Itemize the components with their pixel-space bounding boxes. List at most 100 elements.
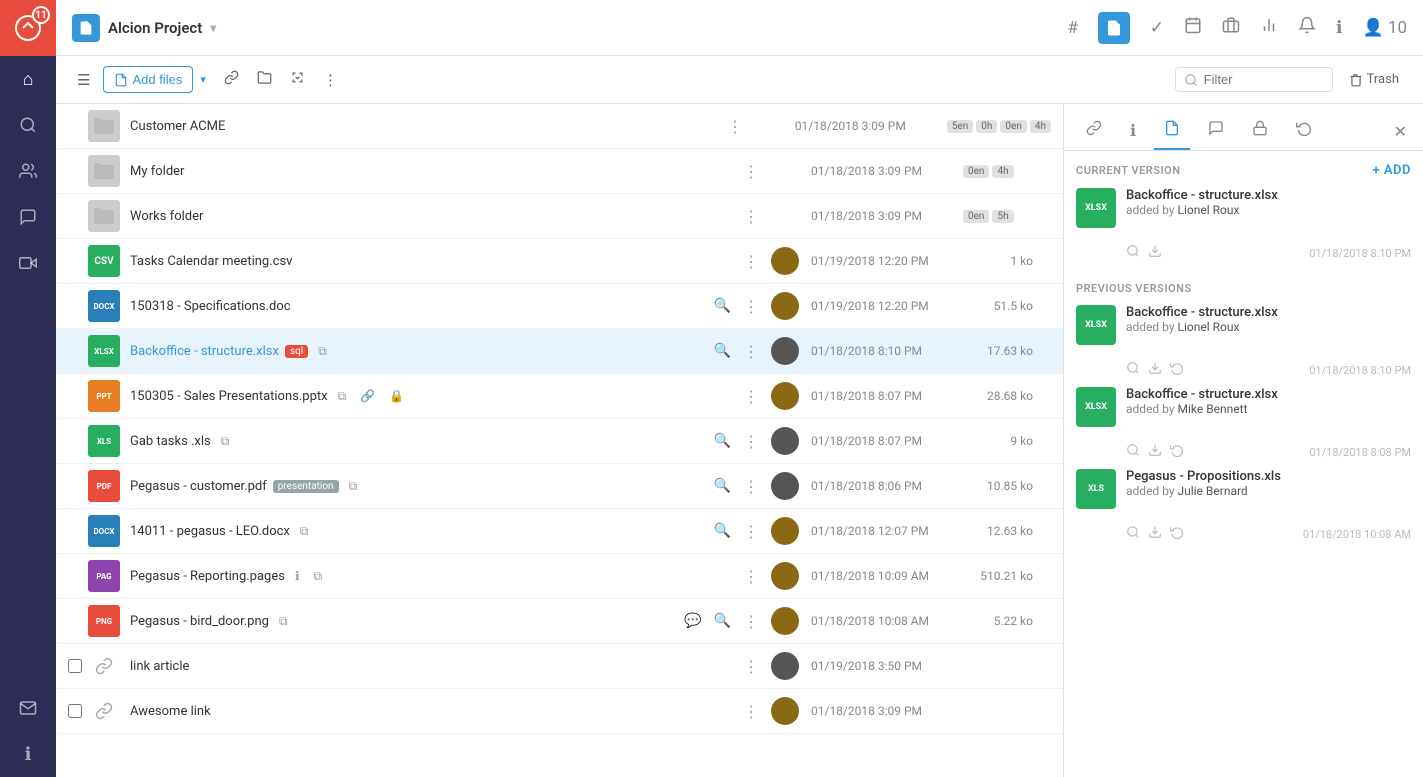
search-action-icon[interactable]: 🔍: [710, 341, 735, 361]
file-more-button[interactable]: ⋮: [743, 612, 759, 631]
file-more-button[interactable]: ⋮: [743, 477, 759, 496]
tab-history[interactable]: [1286, 112, 1322, 150]
search-action-icon[interactable]: 🔍: [710, 611, 735, 631]
file-more-button[interactable]: ⋮: [743, 297, 759, 316]
table-row[interactable]: DOCX 14011 - pegasus - LEO.docx ⧉ 🔍 ⋮ 01…: [56, 509, 1063, 554]
filter-input[interactable]: [1204, 72, 1324, 87]
file-more-button[interactable]: ⋮: [743, 387, 759, 406]
file-more-button[interactable]: ⋮: [743, 252, 759, 271]
close-panel-button[interactable]: ✕: [1390, 118, 1411, 145]
table-row[interactable]: Customer ACME ⋮ 01/18/2018 3:09 PM 5en 0…: [56, 104, 1063, 149]
file-more-button[interactable]: ⋮: [743, 657, 759, 676]
table-row[interactable]: Awesome link ⋮ 01/18/2018 3:09 PM: [56, 689, 1063, 734]
document-icon[interactable]: [1098, 12, 1130, 44]
chart-icon[interactable]: [1260, 16, 1278, 39]
copy-icon[interactable]: ⧉: [314, 342, 331, 361]
file-more-button[interactable]: ⋮: [743, 567, 759, 586]
version-search-icon[interactable]: [1126, 525, 1140, 543]
search-action-icon[interactable]: 🔍: [710, 521, 735, 541]
sidebar-video-icon[interactable]: [0, 240, 56, 286]
version-download-icon[interactable]: [1148, 244, 1162, 262]
tab-lock[interactable]: [1242, 112, 1278, 150]
table-row[interactable]: XLS Gab tasks .xls ⧉ 🔍 ⋮ 01/18/2018 8:07…: [56, 419, 1063, 464]
info-icon[interactable]: ℹ: [291, 567, 304, 585]
move-icon[interactable]: [285, 65, 310, 94]
calendar-icon[interactable]: [1184, 16, 1202, 39]
table-row[interactable]: My folder ⋮ 01/18/2018 3:09 PM 0en 4h: [56, 149, 1063, 194]
search-action-icon[interactable]: 🔍: [710, 296, 735, 316]
table-row[interactable]: PPT 150305 - Sales Presentations.pptx ⧉ …: [56, 374, 1063, 419]
search-action-icon[interactable]: 🔍: [710, 431, 735, 451]
briefcase-icon[interactable]: [1222, 16, 1240, 39]
user-icon[interactable]: 👤 10: [1363, 18, 1408, 38]
sidebar-search-icon[interactable]: [0, 102, 56, 148]
tab-link[interactable]: [1076, 112, 1112, 150]
table-row[interactable]: Works folder ⋮ 01/18/2018 3:09 PM 0en 5h: [56, 194, 1063, 239]
table-row[interactable]: XLSX Backoffice - structure.xlsx sql ⧉ 🔍…: [56, 329, 1063, 374]
copy-icon[interactable]: ⧉: [334, 387, 351, 406]
file-more-button[interactable]: ⋮: [743, 432, 759, 451]
trash-button[interactable]: Trash: [1341, 67, 1407, 92]
version-item-actions: 01/18/2018 10:08 AM: [1126, 521, 1411, 551]
copy-icon[interactable]: ⧉: [345, 477, 362, 496]
link-add-icon[interactable]: [219, 65, 244, 94]
file-more-button[interactable]: ⋮: [743, 522, 759, 541]
sidebar-mail-icon[interactable]: [0, 685, 56, 731]
table-row[interactable]: PNG Pegasus - bird_door.png ⧉ 💬 🔍 ⋮ 01/1…: [56, 599, 1063, 644]
table-row[interactable]: link article ⋮ 01/19/2018 3:50 PM: [56, 644, 1063, 689]
tab-info[interactable]: ℹ: [1120, 113, 1146, 150]
tab-comments[interactable]: [1198, 112, 1234, 150]
add-files-dropdown-icon[interactable]: ▾: [195, 68, 211, 91]
folder-add-icon[interactable]: [252, 65, 277, 94]
table-row[interactable]: DOCX 150318 - Specifications.doc 🔍 ⋮ 01/…: [56, 284, 1063, 329]
version-download-icon[interactable]: [1148, 361, 1162, 379]
file-link[interactable]: Backoffice - structure.xlsx: [130, 344, 279, 359]
list-view-icon[interactable]: ☰: [72, 66, 95, 94]
row-checkbox[interactable]: [68, 659, 82, 673]
version-restore-icon[interactable]: [1170, 361, 1184, 379]
sidebar-chat-icon[interactable]: [0, 194, 56, 240]
bell-icon[interactable]: [1298, 16, 1316, 39]
file-more-button[interactable]: ⋮: [743, 207, 759, 226]
add-version-button[interactable]: + Add: [1373, 163, 1412, 178]
folder-icon: [88, 155, 120, 187]
more-toolbar-icon[interactable]: ⋮: [318, 66, 343, 94]
sidebar-home-icon[interactable]: ⌂: [0, 56, 56, 102]
hash-icon[interactable]: #: [1067, 18, 1077, 38]
check-icon[interactable]: ✓: [1150, 18, 1164, 38]
version-search-icon[interactable]: [1126, 244, 1140, 262]
link-icon[interactable]: 🔗: [356, 387, 379, 405]
table-row[interactable]: PAG Pegasus - Reporting.pages ℹ ⧉ ⋮ 01/1…: [56, 554, 1063, 599]
row-checkbox-area[interactable]: [68, 659, 88, 673]
row-checkbox[interactable]: [68, 704, 82, 718]
file-more-button[interactable]: ⋮: [743, 342, 759, 361]
sidebar-info-icon[interactable]: ℹ: [0, 731, 56, 777]
sidebar-users-icon[interactable]: [0, 148, 56, 194]
search-action-icon[interactable]: 🔍: [710, 476, 735, 496]
row-checkbox-area[interactable]: [68, 704, 88, 718]
app-logo[interactable]: 11: [0, 0, 56, 56]
version-search-icon[interactable]: [1126, 443, 1140, 461]
version-download-icon[interactable]: [1148, 443, 1162, 461]
dropdown-arrow-icon[interactable]: ▾: [210, 21, 216, 35]
link-file-icon: [88, 650, 120, 682]
file-more-button[interactable]: ⋮: [743, 162, 759, 181]
file-actions: 🔍: [710, 476, 735, 496]
version-restore-icon[interactable]: [1170, 443, 1184, 461]
lock-icon[interactable]: 🔒: [385, 387, 408, 405]
table-row[interactable]: PDF Pegasus - customer.pdf presentation …: [56, 464, 1063, 509]
version-restore-icon[interactable]: [1170, 525, 1184, 543]
version-download-icon[interactable]: [1148, 525, 1162, 543]
copy-icon[interactable]: ⧉: [217, 432, 234, 451]
copy-icon[interactable]: ⧉: [275, 612, 292, 631]
copy-icon[interactable]: ⧉: [310, 567, 327, 586]
add-files-button[interactable]: Add files: [103, 66, 193, 93]
copy-icon[interactable]: ⧉: [296, 522, 313, 541]
comment-icon[interactable]: 💬: [680, 611, 705, 631]
file-more-button[interactable]: ⋮: [743, 702, 759, 721]
tab-versions[interactable]: [1154, 112, 1190, 150]
file-more-button[interactable]: ⋮: [727, 117, 743, 136]
info-right-icon[interactable]: ℹ: [1336, 18, 1342, 38]
table-row[interactable]: CSV Tasks Calendar meeting.csv ⋮ 01/19/2…: [56, 239, 1063, 284]
version-search-icon[interactable]: [1126, 361, 1140, 379]
